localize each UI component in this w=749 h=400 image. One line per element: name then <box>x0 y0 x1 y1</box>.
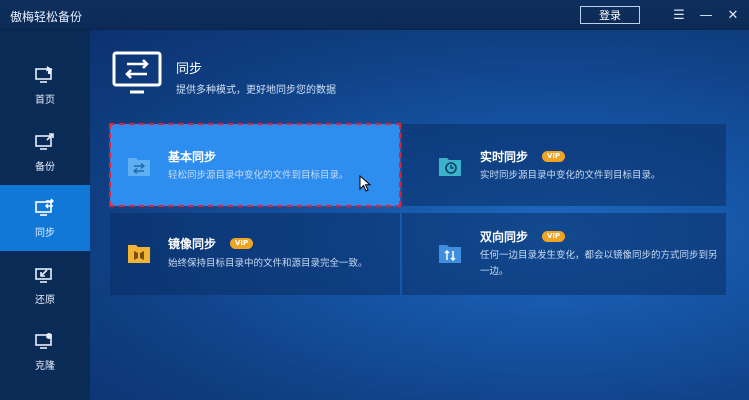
sidebar-item-backup[interactable]: 备份 <box>0 119 90 185</box>
backup-icon <box>35 132 54 150</box>
mirror-sync-card[interactable]: 镜像同步 VIP 始终保持目标目录中的文件和源目录完全一致。 <box>110 213 400 295</box>
sidebar-item-label: 还原 <box>35 294 55 306</box>
mirror-sync-folder-icon <box>128 245 150 263</box>
two-way-sync-card[interactable]: 双向同步 VIP 任何一边目录发生变化，都会以镜像同步的方式同步到另一边。 <box>402 213 726 295</box>
title-bar: 傲梅轻松备份 登录 ☰ — ✕ <box>0 0 749 30</box>
sidebar-item-home[interactable]: 首页 <box>0 52 90 118</box>
close-icon[interactable]: ✕ <box>722 4 744 26</box>
page-title: 同步 <box>176 62 203 77</box>
main-panel: 同步 提供多种模式，更好地同步您的数据 基本同步 轻松同步源目录中变化的文件到目… <box>90 30 749 400</box>
sync-monitor-icon <box>112 51 162 94</box>
realtime-sync-folder-icon <box>439 158 461 176</box>
basic-sync-folder-icon <box>128 158 150 176</box>
mouse-cursor-icon <box>359 175 372 192</box>
card-title: 双向同步 <box>480 230 529 244</box>
sidebar-item-label: 备份 <box>35 161 55 173</box>
sidebar-item-label: 同步 <box>35 227 55 239</box>
app-title: 傲梅轻松备份 <box>10 10 83 24</box>
restore-icon <box>35 267 52 283</box>
page-description: 提供多种模式，更好地同步您的数据 <box>176 85 336 96</box>
sidebar-item-restore[interactable]: 还原 <box>0 252 90 318</box>
minimize-icon[interactable]: — <box>695 4 717 26</box>
menu-icon[interactable]: ☰ <box>668 4 690 26</box>
basic-sync-card[interactable]: 基本同步 轻松同步源目录中变化的文件到目标目录。 <box>109 123 401 207</box>
card-title: 实时同步 <box>480 150 529 164</box>
clone-icon <box>35 332 52 349</box>
sidebar-item-label: 首页 <box>35 94 55 106</box>
sidebar-item-sync[interactable]: 同步 <box>0 185 90 251</box>
card-description: 轻松同步源目录中变化的文件到目标目录。 <box>168 170 349 181</box>
vip-badge: VIP <box>542 151 566 162</box>
home-monitor-icon <box>35 65 53 83</box>
vip-badge: VIP <box>542 231 566 242</box>
sync-icon <box>35 198 54 216</box>
card-title: 基本同步 <box>168 150 217 164</box>
login-button[interactable]: 登录 <box>580 6 640 24</box>
sidebar: 首页 备份 同步 还原 克隆 <box>0 30 90 400</box>
two-way-sync-folder-icon <box>439 245 461 263</box>
vip-badge: VIP <box>230 238 254 249</box>
sidebar-item-clone[interactable]: 克隆 <box>0 318 90 384</box>
card-title: 镜像同步 <box>168 237 217 251</box>
card-description: 实时同步源目录中变化的文件到目标目录。 <box>480 170 661 181</box>
card-description: 始终保持目标目录中的文件和源目录完全一致。 <box>168 258 368 269</box>
card-description: 任何一边目录发生变化，都会以镜像同步的方式同步到另一边。 <box>480 250 718 277</box>
sidebar-item-label: 克隆 <box>35 360 55 372</box>
realtime-sync-card[interactable]: 实时同步 VIP 实时同步源目录中变化的文件到目标目录。 <box>402 124 726 206</box>
